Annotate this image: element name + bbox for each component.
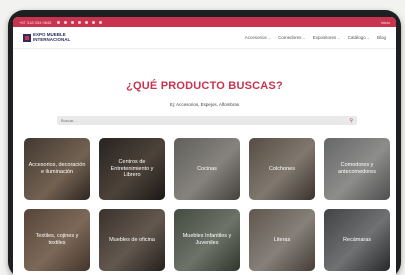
category-card-muebles-infantiles[interactable]: Muebles Infantiles y Juveniles [174,209,240,271]
chevron-down-icon: ⌄ [366,35,370,40]
instagram-icon[interactable] [64,20,68,24]
page-subtitle: Ej: Accesorios, Espejos, Alfombras [169,102,240,107]
category-label: Muebles de oficina [109,236,155,243]
category-card-colchones[interactable]: Colchones [249,138,315,200]
social-icons [57,20,103,24]
site-header: EXPO MUEBLE INTERNACIONAL Accesorios ⌄ C… [13,27,396,49]
nav-item-label: Catálogo [347,35,366,40]
category-card-comedores[interactable]: Comedores y antecomedores [324,138,390,200]
logo-text: EXPO MUEBLE INTERNACIONAL [33,32,71,42]
category-card-textiles[interactable]: Textiles, cojines y textiles [24,209,90,271]
nav-item-label: Accesorios [244,35,267,40]
nav-item-label: Comedores [278,35,302,40]
category-label: Literas [273,236,291,243]
tiktok-icon[interactable] [85,20,89,24]
product-search-bar[interactable]: ⚲ [57,116,357,125]
main-nav: Accesorios ⌄ Comedores ⌄ Expositores ⌄ C… [245,35,386,40]
site-logo[interactable]: EXPO MUEBLE INTERNACIONAL [23,32,71,42]
category-label: Comedores y antecomedores [338,162,376,175]
category-card-muebles-oficina[interactable]: Muebles de oficina [99,209,165,271]
search-input[interactable] [61,118,350,123]
whatsapp-icon[interactable] [92,20,96,24]
category-label: Accesorios, decoración e iluminación [28,162,86,175]
category-label: Textiles, cojines y textiles [35,233,79,246]
nav-item-label: Expositores [312,35,337,40]
topbar-right-link[interactable]: Inicio [381,20,390,25]
nav-item-comedores[interactable]: Comedores ⌄ [278,35,306,40]
nav-item-label: Blog [376,35,386,40]
category-label: Colchones [269,165,295,172]
category-label: Recámaras [342,236,372,243]
phone-number[interactable]: +57 318 334 0645 [19,20,51,25]
category-label: Muebles Infantiles y Juveniles [182,233,232,246]
category-card-centros-entretenimiento[interactable]: Centros de Entretenimiento y Librero [99,138,165,200]
top-info-bar: +57 318 334 0645 Inicio [13,17,396,27]
logo-mark-icon [23,33,31,42]
pinterest-icon[interactable] [71,20,75,24]
youtube-icon[interactable] [78,20,82,24]
chevron-down-icon: ⌄ [267,35,272,40]
search-icon[interactable]: ⚲ [349,118,353,124]
nav-item-blog[interactable]: Blog [377,35,386,40]
logo-line-2: INTERNACIONAL [33,36,71,42]
category-label: Centros de Entretenimiento y Librero [110,158,154,179]
mail-icon[interactable] [99,20,103,24]
category-label: Cocinas [197,165,217,172]
category-card-cocinas[interactable]: Cocinas [174,138,240,200]
chevron-down-icon: ⌄ [337,35,341,40]
category-card-literas[interactable]: Literas [249,209,315,271]
nav-item-accesorios[interactable]: Accesorios ⌄ [245,35,271,40]
nav-item-catalogo[interactable]: Catálogo ⌄ [348,35,370,40]
page-title: ¿QUÉ PRODUCTO BUSCAS? [126,80,283,92]
category-grid: Accesorios, decoración e iluminación Cen… [24,138,393,271]
chevron-down-icon: ⌄ [302,35,306,40]
facebook-icon[interactable] [57,20,61,24]
nav-item-expositores[interactable]: Expositores ⌄ [313,35,341,40]
browser-screen: +57 318 334 0645 Inicio EXPO MUEBLE INTE… [13,17,396,275]
category-card-accesorios[interactable]: Accesorios, decoración e iluminación [24,138,90,200]
category-card-recamaras[interactable]: Recámaras [324,209,390,271]
